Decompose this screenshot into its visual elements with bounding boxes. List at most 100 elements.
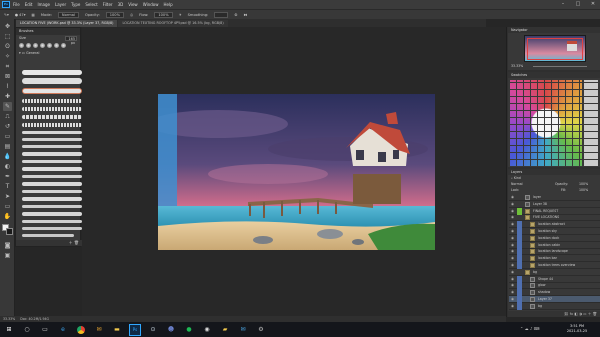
- brush-preset[interactable]: [22, 167, 82, 171]
- mail-2-icon[interactable]: ✉: [237, 324, 249, 336]
- chrome-icon[interactable]: [75, 324, 87, 336]
- menu-help[interactable]: Help: [163, 2, 172, 7]
- brush-preset[interactable]: [22, 212, 82, 216]
- task-view-icon[interactable]: ▭: [39, 324, 51, 336]
- marquee-tool-icon[interactable]: ⬚: [3, 32, 12, 41]
- brush-preset[interactable]: [22, 182, 82, 186]
- pressure-opacity-icon[interactable]: ◎: [130, 13, 133, 17]
- delete-brush-icon[interactable]: 🗑: [74, 240, 79, 245]
- brush-preset[interactable]: [22, 145, 82, 148]
- layer-kind-select[interactable]: Kind: [514, 176, 521, 180]
- obs-icon[interactable]: ◉: [201, 324, 213, 336]
- magic-wand-tool-icon[interactable]: ✧: [3, 52, 12, 61]
- brush-tool-icon[interactable]: ✎▾: [4, 13, 9, 17]
- recent-brush[interactable]: [47, 43, 52, 48]
- history-brush-tool-icon[interactable]: ↺: [3, 122, 12, 131]
- layer-opacity-input[interactable]: 100%: [579, 182, 588, 187]
- brush-preset[interactable]: [22, 138, 82, 141]
- healing-brush-tool-icon[interactable]: ✚: [3, 92, 12, 101]
- recent-brush[interactable]: [40, 43, 45, 48]
- type-tool-icon[interactable]: T: [3, 182, 12, 191]
- brush-panel-toggle-icon[interactable]: ▦: [32, 13, 35, 17]
- airbrush-icon[interactable]: ✈: [179, 13, 182, 17]
- navigator-thumbnail[interactable]: [524, 35, 586, 62]
- symmetry-icon[interactable]: ⧓: [244, 13, 248, 17]
- new-brush-icon[interactable]: ＋: [69, 240, 73, 245]
- spotify-icon[interactable]: ●: [183, 324, 195, 336]
- color-swatch-grid[interactable]: [510, 80, 582, 166]
- menu-edit[interactable]: Edit: [25, 2, 33, 7]
- windows-start-icon[interactable]: ⊞: [3, 324, 15, 336]
- menu-file[interactable]: File: [13, 2, 20, 7]
- eraser-tool-icon[interactable]: ▭: [3, 132, 12, 141]
- path-selection-tool-icon[interactable]: ➤: [3, 192, 12, 201]
- brush-preset[interactable]: [22, 190, 82, 193]
- brush-preset[interactable]: [22, 107, 82, 111]
- move-tool-icon[interactable]: ✥: [3, 22, 12, 31]
- brush-preset[interactable]: [22, 115, 82, 119]
- gray-swatches[interactable]: [584, 80, 598, 166]
- close-icon[interactable]: ✕: [586, 0, 600, 9]
- minimize-icon[interactable]: –: [556, 0, 570, 9]
- quick-mask-icon[interactable]: ◙: [3, 241, 12, 250]
- visibility-eye-icon[interactable]: ◉: [511, 303, 516, 310]
- brush-preset[interactable]: [22, 123, 82, 127]
- brush-preset[interactable]: [22, 78, 82, 84]
- clone-stamp-tool-icon[interactable]: ⎍: [3, 112, 12, 121]
- recent-brush[interactable]: [19, 43, 24, 48]
- recent-brush[interactable]: [61, 43, 66, 48]
- background-color-swatch[interactable]: [6, 228, 13, 235]
- search-icon[interactable]: ○: [21, 324, 33, 336]
- opacity-input[interactable]: 100%: [105, 11, 124, 18]
- gradient-tool-icon[interactable]: ▤: [3, 142, 12, 151]
- recent-brush[interactable]: [54, 43, 59, 48]
- shape-tool-icon[interactable]: ▭: [3, 202, 12, 211]
- photoshop-icon[interactable]: Ps: [129, 323, 141, 336]
- document-canvas[interactable]: [158, 94, 435, 250]
- link-layers-icon[interactable]: ⛓: [564, 312, 569, 316]
- menu-type[interactable]: Type: [71, 2, 80, 7]
- flow-input[interactable]: 100%: [154, 11, 173, 18]
- mode-select[interactable]: Normal: [57, 11, 79, 18]
- brush-preset[interactable]: [22, 99, 82, 103]
- menu-select[interactable]: Select: [85, 2, 97, 7]
- brush-preset[interactable]: [22, 160, 82, 163]
- hand-tool-icon[interactable]: ✋: [3, 212, 12, 221]
- discord-icon[interactable]: ☻: [165, 324, 177, 336]
- brush-preset[interactable]: [22, 197, 82, 201]
- brush-preset[interactable]: [22, 227, 82, 230]
- menu-window[interactable]: Window: [143, 2, 159, 7]
- brush-size-input[interactable]: 165 px: [65, 35, 77, 45]
- blur-tool-icon[interactable]: 💧: [3, 152, 12, 161]
- brush-preset[interactable]: [22, 152, 82, 156]
- recent-brush[interactable]: [33, 43, 38, 48]
- menu-image[interactable]: Image: [37, 2, 50, 7]
- folder-icon[interactable]: ▰: [219, 324, 231, 336]
- blend-mode-select[interactable]: Normal: [511, 182, 523, 186]
- tab-location-five[interactable]: LOCATION FIVE (WORK.psd @ 33.3% (Layer 3…: [16, 20, 118, 27]
- brush-preset[interactable]: [22, 70, 82, 75]
- smoothing-input[interactable]: [214, 11, 229, 18]
- system-tray-icons[interactable]: ⌃ ☁ ♪ ⌨: [520, 326, 540, 331]
- delete-layer-icon[interactable]: 🗑: [592, 312, 597, 316]
- system-clock[interactable]: 3:51 PM 2021-03-25: [562, 324, 592, 334]
- crop-tool-icon[interactable]: ⌗: [3, 62, 12, 71]
- new-layer-icon[interactable]: ＋: [588, 312, 592, 316]
- navigator-zoom-slider[interactable]: [533, 66, 587, 67]
- new-group-icon[interactable]: ▭: [583, 312, 586, 316]
- eyedropper-tool-icon[interactable]: ⌇: [3, 82, 12, 91]
- brush-size-picker[interactable]: ● 47▾: [15, 13, 26, 17]
- adjustment-layer-icon[interactable]: ◑: [579, 312, 582, 316]
- menu-3d[interactable]: 3D: [118, 2, 124, 7]
- smoothing-settings-icon[interactable]: ⚙: [234, 13, 237, 17]
- maximize-icon[interactable]: □: [571, 0, 585, 9]
- edge-icon[interactable]: e: [57, 324, 69, 336]
- brush-preset[interactable]: [22, 234, 74, 237]
- brush-tool-icon[interactable]: ✎: [3, 102, 12, 111]
- menu-filter[interactable]: Filter: [103, 2, 113, 7]
- add-mask-icon[interactable]: ◧: [574, 312, 577, 316]
- dodge-tool-icon[interactable]: ◐: [3, 162, 12, 171]
- file-explorer-icon[interactable]: ▬: [111, 324, 123, 336]
- brush-preset-selected[interactable]: [22, 88, 82, 94]
- pen-tool-icon[interactable]: ✒: [3, 172, 12, 181]
